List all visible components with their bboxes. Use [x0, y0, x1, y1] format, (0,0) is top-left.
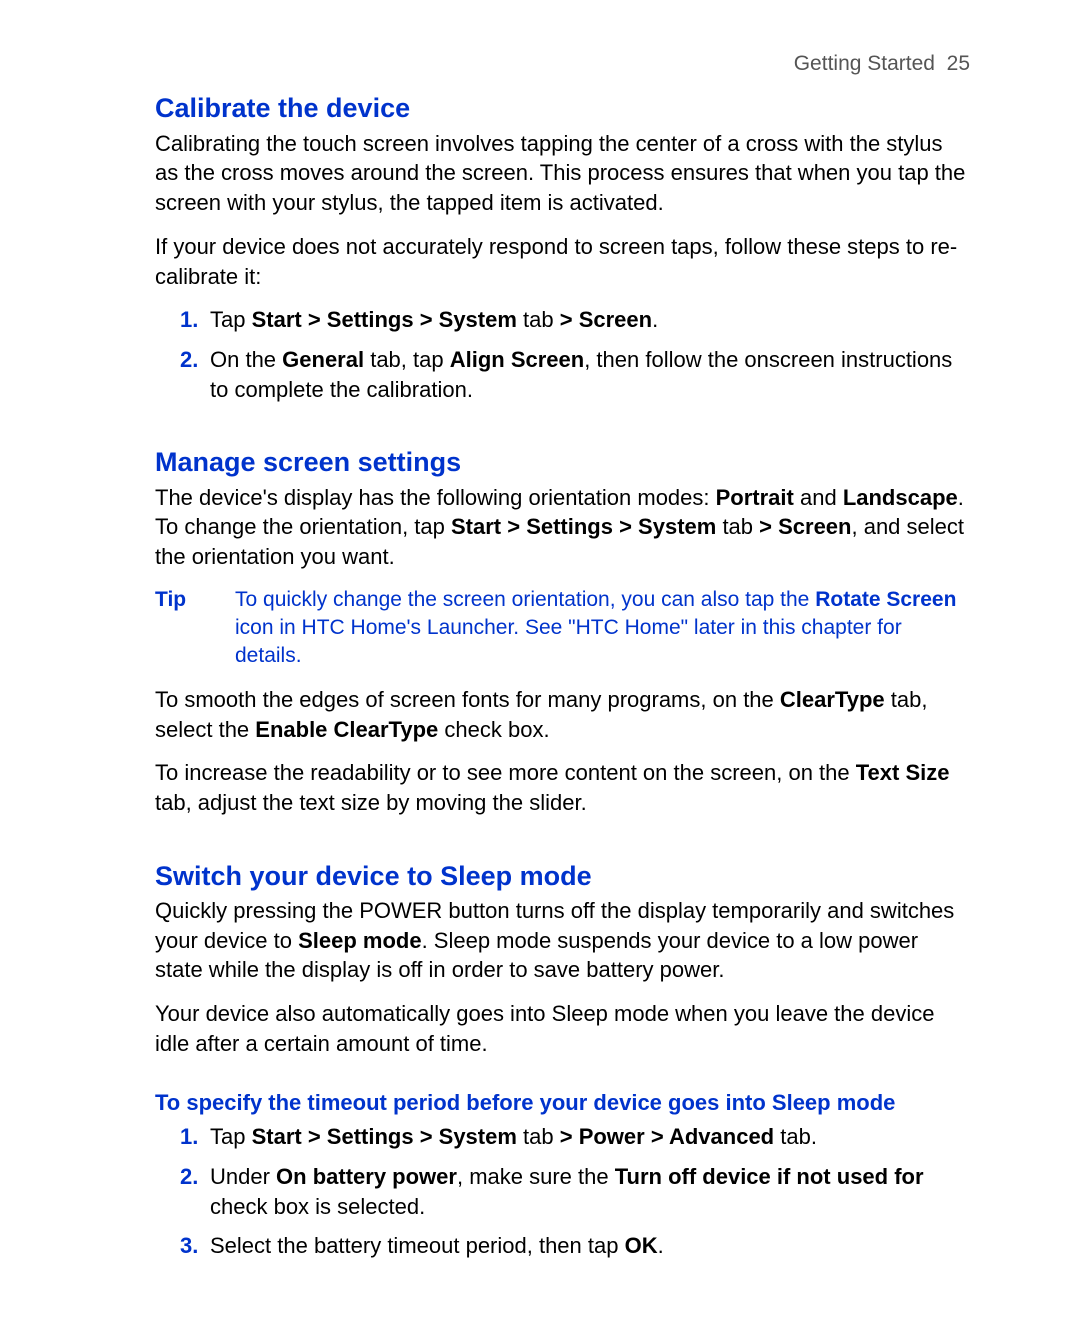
- text: check box is selected.: [210, 1194, 425, 1219]
- text: .: [658, 1233, 664, 1258]
- bold-text: Landscape: [843, 485, 958, 510]
- page-header: Getting Started 25: [155, 50, 970, 78]
- text: tab, adjust the text size by moving the …: [155, 790, 587, 815]
- text: tab: [716, 514, 759, 539]
- list-item: 3. Select the battery timeout period, th…: [210, 1231, 970, 1261]
- bold-text: OK: [625, 1233, 658, 1258]
- ordered-list: 1. Tap Start > Settings > System tab > S…: [155, 305, 970, 404]
- paragraph: Your device also automatically goes into…: [155, 999, 970, 1058]
- bold-text: Align Screen: [450, 347, 584, 372]
- text: tab: [517, 307, 560, 332]
- bold-text: Enable ClearType: [255, 717, 438, 742]
- text: Tap: [210, 307, 252, 332]
- list-number: 1.: [180, 305, 198, 335]
- tip-block: Tip To quickly change the screen orienta…: [155, 586, 970, 671]
- section-name: Getting Started: [794, 52, 935, 75]
- text: To quickly change the screen orientation…: [235, 588, 815, 611]
- bold-text: Sleep mode: [298, 928, 421, 953]
- paragraph: To smooth the edges of screen fonts for …: [155, 685, 970, 744]
- text: .: [652, 307, 658, 332]
- list-item: 1. Tap Start > Settings > System tab > S…: [210, 305, 970, 335]
- bold-text: On battery power: [276, 1164, 457, 1189]
- text: On the: [210, 347, 282, 372]
- bold-text: > Power > Advanced: [560, 1124, 774, 1149]
- paragraph: Quickly pressing the POWER button turns …: [155, 896, 970, 985]
- page-number: 25: [947, 52, 970, 75]
- tip-label: Tip: [155, 586, 235, 671]
- paragraph: To increase the readability or to see mo…: [155, 758, 970, 817]
- bold-text: > Screen: [560, 307, 652, 332]
- list-number: 2.: [180, 1162, 198, 1192]
- text: The device's display has the following o…: [155, 485, 716, 510]
- list-item: 1. Tap Start > Settings > System tab > P…: [210, 1122, 970, 1152]
- bold-text: ClearType: [780, 687, 885, 712]
- text: tab: [517, 1124, 560, 1149]
- text: Under: [210, 1164, 276, 1189]
- text: Tap: [210, 1124, 252, 1149]
- text: tab.: [774, 1124, 817, 1149]
- text: Select the battery timeout period, then …: [210, 1233, 625, 1258]
- text: To smooth the edges of screen fonts for …: [155, 687, 780, 712]
- paragraph: The device's display has the following o…: [155, 483, 970, 572]
- list-item: 2. Under On battery power, make sure the…: [210, 1162, 970, 1221]
- bold-text: Rotate Screen: [815, 588, 956, 611]
- bold-text: Text Size: [856, 760, 950, 785]
- heading-calibrate: Calibrate the device: [155, 90, 970, 126]
- text: tab, tap: [364, 347, 450, 372]
- text: To increase the readability or to see mo…: [155, 760, 856, 785]
- list-number: 2.: [180, 345, 198, 375]
- subheading-timeout: To specify the timeout period before you…: [155, 1088, 970, 1118]
- bold-text: General: [282, 347, 364, 372]
- bold-text: Start > Settings > System: [252, 1124, 517, 1149]
- text: and: [794, 485, 843, 510]
- bold-text: Turn off device if not used for: [615, 1164, 924, 1189]
- bold-text: > Screen: [759, 514, 851, 539]
- heading-sleep-mode: Switch your device to Sleep mode: [155, 858, 970, 894]
- paragraph: If your device does not accurately respo…: [155, 232, 970, 291]
- heading-manage-screen: Manage screen settings: [155, 444, 970, 480]
- bold-text: Portrait: [716, 485, 794, 510]
- text: icon in HTC Home's Launcher. See "HTC Ho…: [235, 616, 902, 667]
- bold-text: Start > Settings > System: [252, 307, 517, 332]
- list-number: 3.: [180, 1231, 198, 1261]
- ordered-list: 1. Tap Start > Settings > System tab > P…: [155, 1122, 970, 1261]
- bold-text: Start > Settings > System: [451, 514, 716, 539]
- list-item: 2. On the General tab, tap Align Screen,…: [210, 345, 970, 404]
- text: , make sure the: [457, 1164, 615, 1189]
- text: check box.: [438, 717, 549, 742]
- tip-body: To quickly change the screen orientation…: [235, 586, 970, 671]
- paragraph: Calibrating the touch screen involves ta…: [155, 129, 970, 218]
- list-number: 1.: [180, 1122, 198, 1152]
